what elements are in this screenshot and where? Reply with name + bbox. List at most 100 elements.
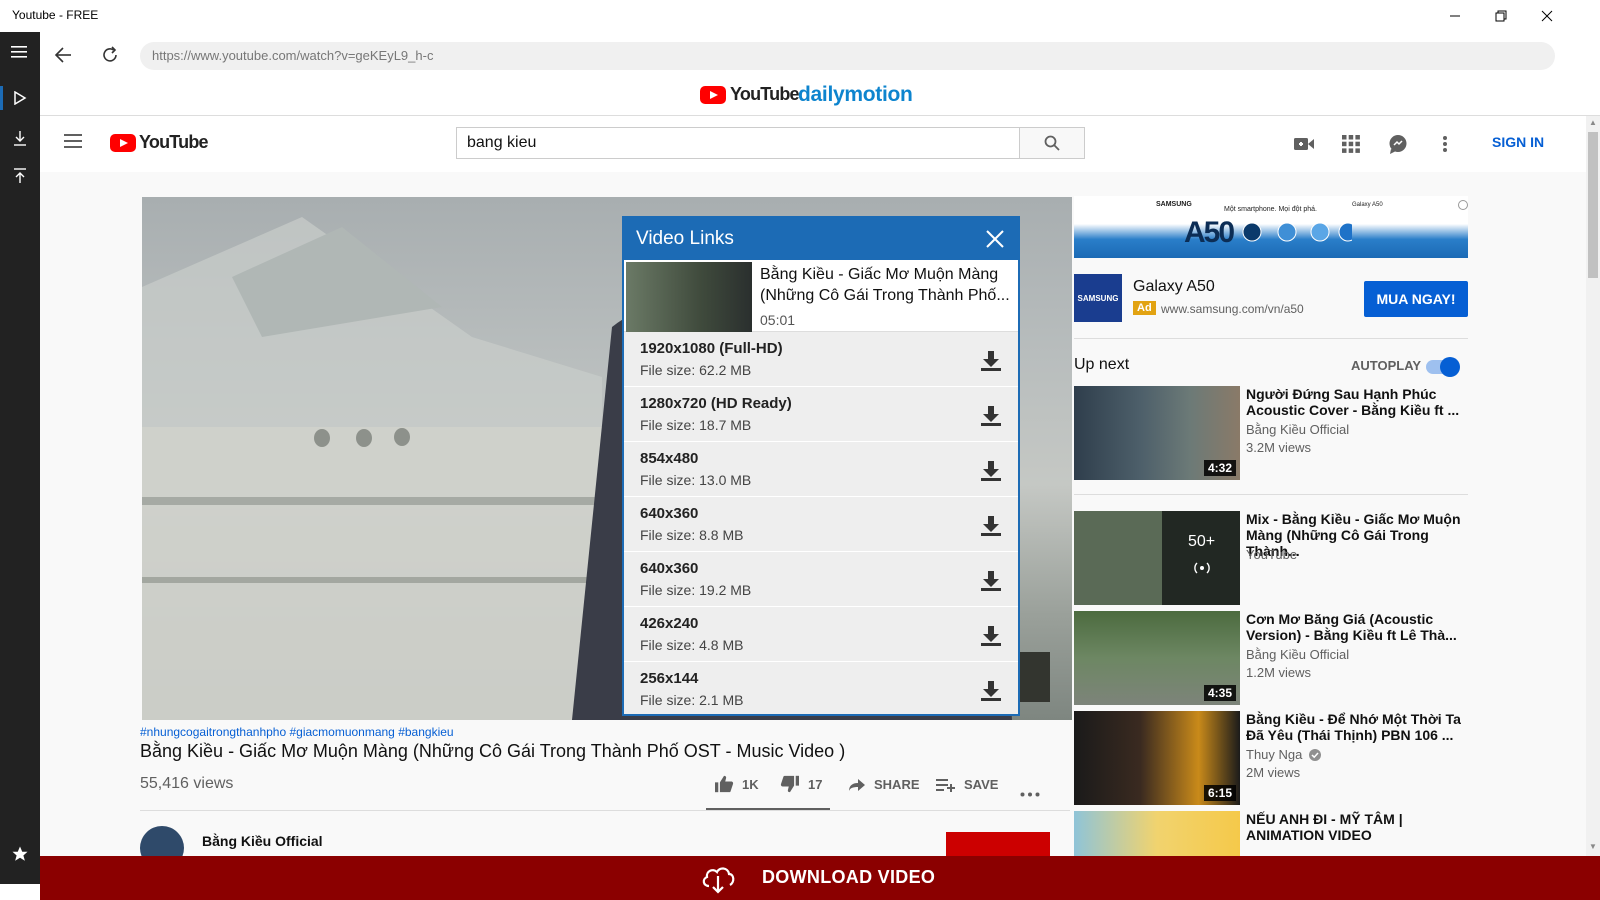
video-thumbnail: 6:15 [1074,711,1240,805]
download-icon[interactable] [980,680,1002,702]
video-links-dialog: Video Links Bằng Kiều - Giấc Mơ Muộn Màn… [622,216,1020,716]
link-file-size: File size: 8.8 MB [640,527,744,543]
play-nav-button[interactable] [0,78,40,118]
scroll-down-icon[interactable]: ▼ [1589,842,1597,851]
like-button[interactable]: 1K [714,775,759,793]
url-bar[interactable]: https://www.youtube.com/watch?v=geKEyL9_… [140,42,1555,70]
up-next-item[interactable]: 4:32 Người Đứng Sau Hạnh Phúc Acoustic C… [1074,386,1470,481]
download-icon[interactable] [980,350,1002,372]
search-icon [1044,135,1060,151]
video-thumbnail: 4:35 [1074,611,1240,705]
browser-toolbar: https://www.youtube.com/watch?v=geKEyL9_… [40,32,1600,78]
minimize-icon [1450,15,1460,17]
site-dailymotion-tab[interactable]: dailymotion [798,83,913,107]
verified-icon [1309,749,1321,761]
dislike-button[interactable]: 17 [780,775,822,793]
more-actions-button[interactable] [1020,784,1040,802]
dialog-video-info: Bằng Kiều - Giấc Mơ Muộn Màng (Những Cô … [624,260,1018,332]
youtube-logo-icon [700,85,726,104]
channel-avatar[interactable] [140,826,184,856]
restore-button[interactable] [1478,0,1524,32]
dialog-title: Video Links [636,228,734,249]
app-sidebar [0,32,40,884]
subscribe-button[interactable] [946,832,1050,856]
link-resolution: 854x480 [640,450,699,467]
mix-overlay: 50+ [1162,511,1240,605]
up-next-title: NẾU ANH ĐI - MỸ TÂM | ANIMATION VIDEO [1246,811,1403,843]
channel-name: Thuy Nga [1246,747,1303,762]
save-button[interactable]: SAVE [936,777,998,792]
samsung-logo-text: SAMSUNG [1077,293,1119,303]
more-horizontal-icon [1020,792,1040,797]
download-link-row[interactable]: 1920x1080 (Full-HD) File size: 62.2 MB [624,332,1018,387]
back-button[interactable] [50,42,76,68]
dialog-close-button[interactable] [984,228,1006,250]
cloud-download-icon [702,867,735,894]
search-input[interactable]: bang kieu [456,127,1020,159]
download-link-row[interactable]: 256x144 File size: 2.1 MB [624,662,1018,714]
download-link-row[interactable]: 1280x720 (HD Ready) File size: 18.7 MB [624,387,1018,442]
ad-feature-icons [1242,222,1352,242]
link-file-size: File size: 4.8 MB [640,637,744,653]
hamburger-icon [64,134,82,148]
link-file-size: File size: 62.2 MB [640,362,752,378]
download-link-row[interactable]: 640x360 File size: 19.2 MB [624,552,1018,607]
autoplay-toggle[interactable] [1426,357,1460,377]
ad-banner-image[interactable]: SAMSUNG Một smartphone. Mọi đột phá. Gal… [1074,196,1468,258]
sign-in-link[interactable]: SIGN IN [1492,134,1544,150]
favorites-button[interactable] [0,834,40,874]
dialog-video-title: Bằng Kiều - Giấc Mơ Muộn Màng (Những Cô … [760,266,1010,304]
download-link-row[interactable]: 640x360 File size: 8.8 MB [624,497,1018,552]
up-next-item[interactable]: NẾU ANH ĐI - MỸ TÂM | ANIMATION VIDEO [1074,811,1470,856]
up-next-item[interactable]: 6:15 Bằng Kiều - Để Nhớ Một Thời Ta Đã Y… [1074,711,1470,806]
video-thumbnail [626,262,752,332]
video-title: Bằng Kiều - Giấc Mơ Muộn Màng (Những Cô … [140,741,846,761]
download-icon[interactable] [980,515,1002,537]
restore-icon [1495,10,1507,22]
up-next-channel: Thuy Nga [1246,747,1321,762]
site-youtube-tab[interactable]: YouTube [700,84,800,105]
downloads-nav-button[interactable] [0,118,40,158]
minimize-button[interactable] [1432,0,1478,32]
link-file-size: File size: 2.1 MB [640,692,744,708]
link-resolution: 256x144 [640,670,699,687]
download-icon[interactable] [980,460,1002,482]
ad-url[interactable]: www.samsung.com/vn/a50 [1161,302,1304,316]
download-icon[interactable] [980,570,1002,592]
download-links-list: 1920x1080 (Full-HD) File size: 62.2 MB 128… [624,332,1018,714]
active-indicator [0,86,3,110]
page-scrollbar[interactable]: ▲ ▼ [1586,116,1600,856]
upload-nav-button[interactable] [0,156,40,196]
download-icon[interactable] [980,405,1002,427]
ad-info-icon[interactable] [1458,200,1468,210]
star-icon [12,846,28,861]
yt-guide-button[interactable] [64,133,86,155]
refresh-button[interactable] [97,42,123,68]
yt-logo[interactable]: YouTube [110,132,209,153]
mix-broadcast-icon [1194,562,1210,574]
up-next-views: 3.2M views [1246,440,1312,455]
samsung-logo: SAMSUNG [1074,274,1122,322]
video-hashtags[interactable]: #nhungcogaitrongthanhpho #giacmomuonmang… [140,725,454,739]
download-video-button[interactable]: DOWNLOAD VIDEO [40,856,1600,900]
download-link-row[interactable]: 854x480 File size: 13.0 MB [624,442,1018,497]
share-button[interactable]: SHARE [848,777,920,792]
yt-logo-text: YouTube [139,132,209,152]
duration-badge: 6:15 [1203,785,1236,801]
download-link-row[interactable]: 426x240 File size: 4.8 MB [624,607,1018,662]
ad-banner-brand: SAMSUNG [1156,201,1192,208]
hamburger-menu-button[interactable] [0,32,40,72]
scrollbar-thumb[interactable] [1588,132,1598,278]
close-window-button[interactable] [1524,0,1570,32]
up-next-title: Cơn Mơ Băng Giá (Acoustic Version) - Bằn… [1246,611,1457,643]
download-icon[interactable] [980,625,1002,647]
up-next-item[interactable]: 4:35 Cơn Mơ Băng Giá (Acoustic Version) … [1074,611,1470,706]
up-next-mix-item[interactable]: 50+ Mix - Bằng Kiều - Giấc Mơ Muộn Màng … [1074,511,1470,606]
ad-banner-model: Galaxy A50 [1352,202,1383,208]
ad-banner-tagline: Một smartphone. Mọi đột phá. [1224,206,1317,213]
link-resolution: 426x240 [640,615,699,632]
scroll-up-icon[interactable]: ▲ [1589,118,1597,127]
channel-name[interactable]: Bằng Kiều Official [202,833,323,849]
hamburger-icon [11,46,27,58]
ad-cta-button[interactable]: MUA NGAY! [1364,281,1468,317]
